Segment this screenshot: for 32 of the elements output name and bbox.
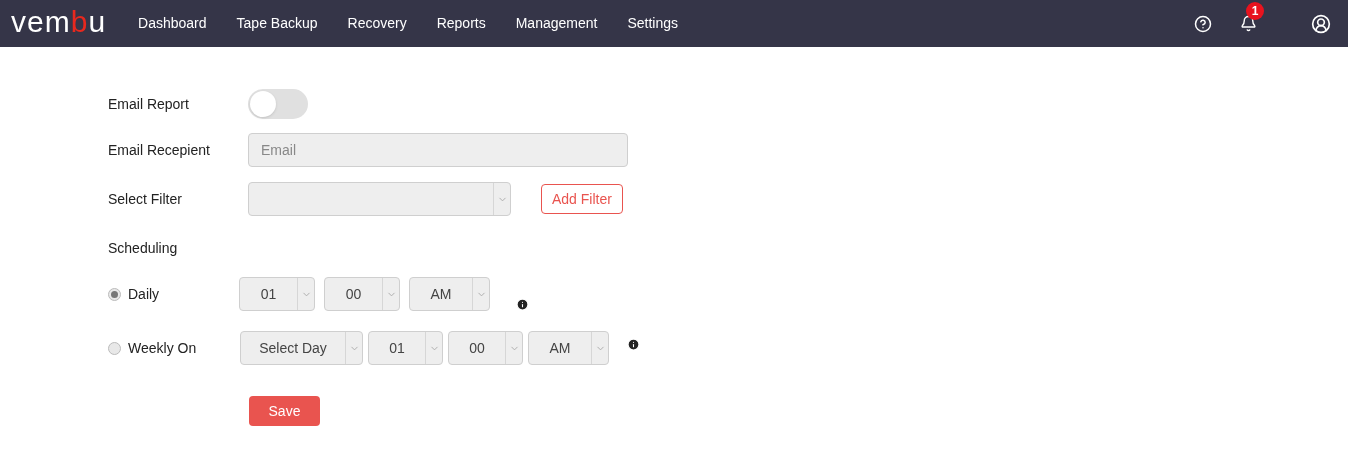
section-label: Scheduling (108, 239, 179, 258)
info-icon[interactable] (627, 337, 640, 351)
notification-badge: 1 (1246, 2, 1264, 20)
email-field[interactable]: Email (248, 133, 628, 167)
radio-label: Daily (128, 284, 161, 304)
info-icon[interactable] (516, 297, 529, 311)
dropdown[interactable]: 01 (368, 331, 443, 365)
dropdown[interactable]: 01 (239, 277, 315, 311)
dropdown[interactable]: 00 (448, 331, 523, 365)
field-label: Select Filter (108, 189, 183, 209)
dropdown[interactable]: 00 (324, 277, 400, 311)
field-label: Email Recepient (108, 140, 211, 160)
radio-button[interactable] (108, 287, 121, 301)
logo[interactable]: vembu (11, 6, 107, 37)
user-avatar-icon[interactable] (1311, 13, 1331, 34)
toggle-switch[interactable] (248, 89, 308, 119)
nav-link[interactable]: Management (515, 13, 598, 34)
nav-link[interactable]: Tape Backup (236, 13, 318, 34)
help-icon[interactable] (1194, 14, 1212, 33)
nav-link[interactable]: Reports (436, 13, 486, 34)
nav-link[interactable]: Recovery (347, 13, 407, 34)
nav-link[interactable]: Settings (627, 13, 678, 34)
radio-label: Weekly On (128, 338, 198, 358)
add-filter-button[interactable]: Add Filter (541, 184, 623, 214)
nav-link[interactable]: Dashboard (138, 13, 207, 34)
dropdown[interactable]: AM (528, 331, 609, 365)
dropdown[interactable]: AM (409, 277, 490, 311)
dropdown[interactable]: Select Day (240, 331, 363, 365)
save-button[interactable]: Save (249, 396, 320, 426)
field-label: Email Report (108, 94, 190, 114)
radio-button[interactable] (108, 341, 121, 355)
bell-icon[interactable] (1240, 15, 1257, 32)
